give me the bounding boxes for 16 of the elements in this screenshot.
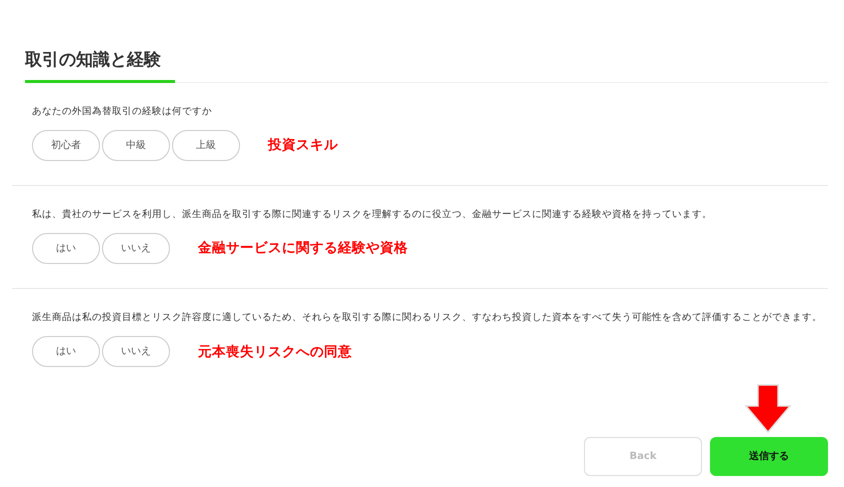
option-button[interactable]: 初心者: [32, 130, 100, 161]
annotation-label: 金融サービスに関する経験や資格: [198, 239, 408, 258]
down-arrow-icon: [744, 384, 792, 434]
annotation-label: 投資スキル: [268, 136, 338, 156]
question-text: 私は、貴社のサービスを利用し、派生商品を取引する際に関連するリスクを理解するのに役立つ、金融サービスに関連する経験や資格を持っています。: [32, 208, 713, 222]
section-title: 取引の知識と経験: [25, 48, 175, 82]
option-button[interactable]: 中級: [102, 130, 170, 161]
annotation-label: 元本喪失リスクへの同意: [198, 342, 352, 362]
question-text: あなたの外国為替取引の経験は何ですか: [32, 104, 213, 118]
option-button[interactable]: いいえ: [102, 336, 170, 368]
option-button[interactable]: 上級: [172, 130, 240, 161]
option-button[interactable]: はい: [32, 233, 100, 264]
option-button[interactable]: はい: [32, 336, 100, 368]
submit-button[interactable]: 送信する: [710, 437, 828, 476]
option-button[interactable]: いいえ: [102, 233, 170, 264]
question-text: 派生商品は私の投資目標とリスク許容度に適しているため、それらを取引する際に関わるリスク、すなわち投資した資本をすべて失う可能性を含めて評価することができます。: [32, 311, 823, 325]
